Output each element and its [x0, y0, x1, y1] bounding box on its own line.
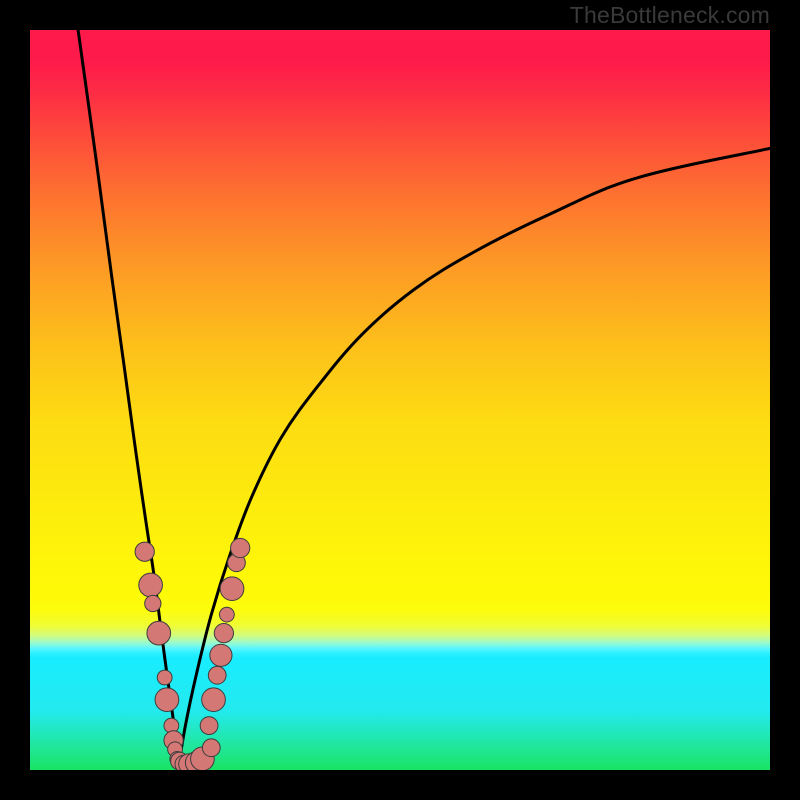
frame-bottom	[0, 770, 800, 800]
frame-left	[0, 0, 30, 800]
watermark-label: TheBottleneck.com	[570, 2, 770, 29]
frame-right	[770, 0, 800, 800]
gradient-background	[30, 30, 770, 770]
bottleneck-chart: TheBottleneck.com	[0, 0, 800, 800]
